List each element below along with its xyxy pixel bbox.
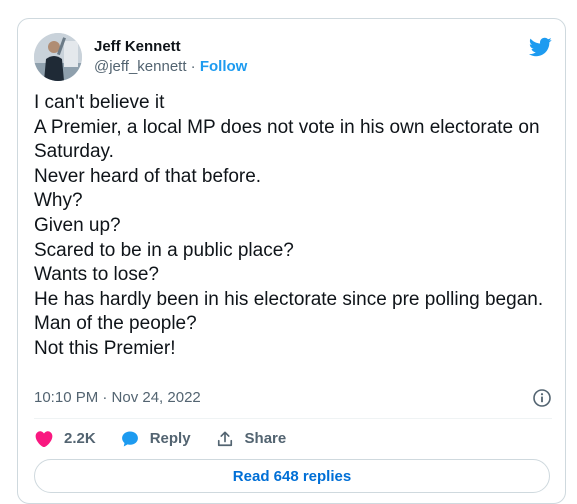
speech-bubble-icon xyxy=(121,431,138,447)
tweet-card: Jeff Kennett @jeff_kennett · Follow I ca… xyxy=(17,18,566,504)
like-count: 2.2K xyxy=(64,430,96,447)
reply-label: Reply xyxy=(149,430,191,447)
handle-separator: · xyxy=(186,58,200,75)
share-button[interactable]: Share xyxy=(215,429,287,449)
like-button[interactable]: 2.2K xyxy=(34,429,96,449)
author-display-name[interactable]: Jeff Kennett xyxy=(94,37,247,56)
author-info: Jeff Kennett @jeff_kennett · Follow xyxy=(94,37,247,77)
author-avatar[interactable] xyxy=(34,33,82,81)
divider xyxy=(34,418,552,419)
twitter-bird-icon[interactable] xyxy=(528,35,552,59)
tweet-timestamp[interactable]: 10:10 PM · Nov 24, 2022 xyxy=(34,389,201,406)
action-bar: 2.2K Reply Share xyxy=(34,427,310,451)
share-label: Share xyxy=(244,430,287,447)
author-handle[interactable]: @jeff_kennett xyxy=(94,58,187,75)
follow-button[interactable]: Follow xyxy=(200,58,248,75)
heart-icon xyxy=(35,431,53,448)
info-icon[interactable] xyxy=(532,388,552,408)
tweet-text: I can't believe it A Premier, a local MP… xyxy=(34,92,544,359)
share-upload-icon xyxy=(217,431,232,447)
handle-row: @jeff_kennett · Follow xyxy=(94,57,247,77)
reply-button[interactable]: Reply xyxy=(120,429,191,449)
tweet-meta: 10:10 PM · Nov 24, 2022 xyxy=(34,386,552,410)
tweet-header: Jeff Kennett @jeff_kennett · Follow xyxy=(34,33,552,81)
